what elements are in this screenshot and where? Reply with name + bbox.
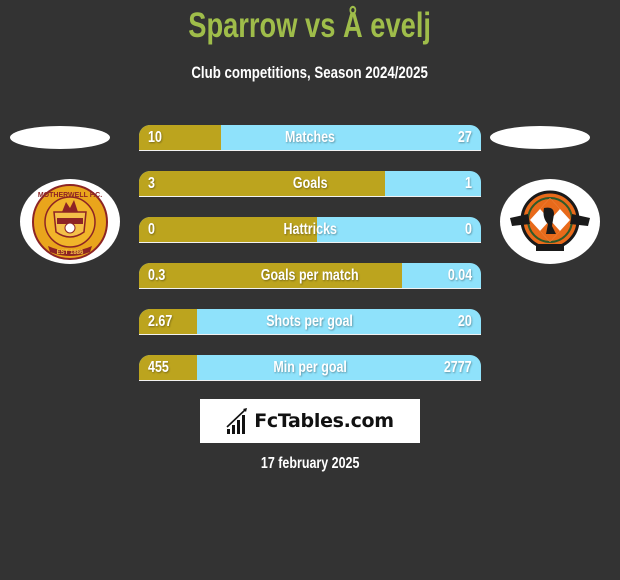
bar-chart-icon [226,408,248,434]
stat-row-matches: 10 Matches 27 [139,125,481,151]
stat-label: Shots per goal [266,313,354,330]
brand-text: FcTables.com [254,410,394,432]
right-value: 20 [458,313,472,330]
dundee-united-crest-icon [510,190,590,251]
right-team-name-placeholder [490,126,590,149]
right-value: 27 [458,129,472,146]
stat-label: Min per goal [273,359,347,376]
stat-row-min-per-goal: 455 Min per goal 2777 [139,355,481,381]
right-value: 2777 [444,359,472,376]
stat-label: Hattricks [283,221,337,238]
motherwell-fc-crest-icon: MOTHERWELL F.C. EST 1886 [32,183,108,260]
stat-label: Goals per match [261,267,359,284]
page-title: Sparrow vs Å evelj [188,6,432,45]
svg-text:MOTHERWELL F.C.: MOTHERWELL F.C. [38,192,102,199]
right-value: 0.04 [447,267,472,284]
left-team-logo[interactable]: MOTHERWELL F.C. EST 1886 [20,179,120,264]
stat-label: Matches [285,129,335,146]
stat-label: Goals [292,175,328,192]
right-value: 0 [465,221,472,238]
match-date: 17 february 2025 [260,455,360,472]
right-team-logo[interactable] [500,179,600,264]
svg-text:EST 1886: EST 1886 [57,250,84,256]
left-team-name-placeholder [10,126,110,149]
right-value: 1 [465,175,472,192]
stat-row-shots-per-goal: 2.67 Shots per goal 20 [139,309,481,335]
stat-row-goals: 3 Goals 1 [139,171,481,197]
stat-row-goals-per-match: 0.3 Goals per match 0.04 [139,263,481,289]
competition-subtitle: Club competitions, Season 2024/2025 [191,63,429,82]
fctables-logo-link[interactable]: FcTables.com [200,399,420,443]
stat-row-hattricks: 0 Hattricks 0 [139,217,481,243]
